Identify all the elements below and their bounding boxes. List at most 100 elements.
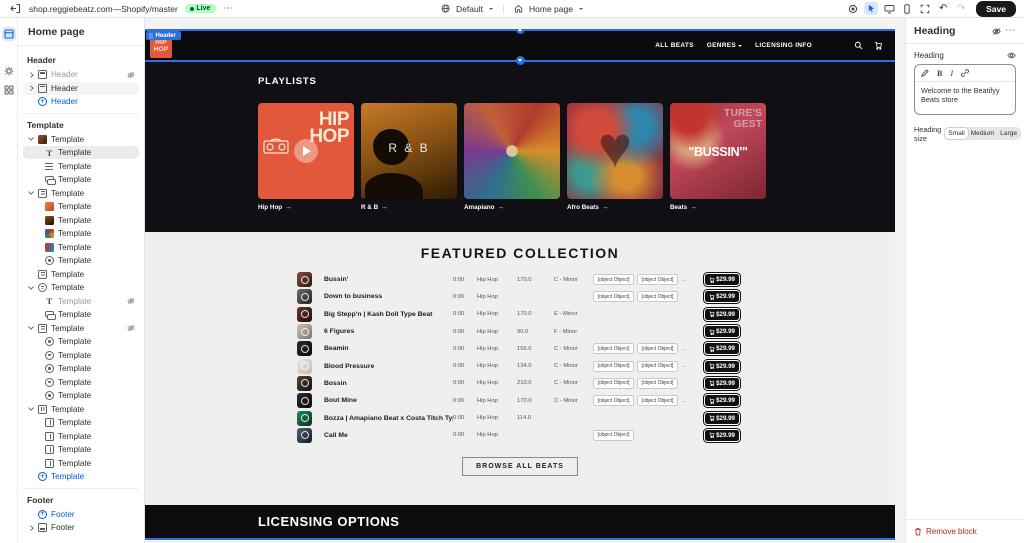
tree-row[interactable]: Template [23, 254, 139, 267]
remove-block-button[interactable]: Remove block [906, 519, 1024, 543]
tree-row[interactable]: Header [23, 82, 139, 95]
tree-row[interactable]: Header [23, 68, 139, 81]
preview-header-section[interactable]: Header HIPHOP ALL BEATSGENRESLICENSING I… [145, 29, 895, 62]
track-artwork[interactable] [297, 376, 312, 391]
track-artwork[interactable] [297, 359, 312, 374]
tree-row[interactable]: Footer [23, 521, 139, 534]
nav-link[interactable]: GENRES [707, 42, 742, 49]
tree-row[interactable]: Template [23, 133, 139, 146]
playlist-card[interactable]: Afro Beats→ [567, 103, 663, 211]
tree-row[interactable]: Template [23, 187, 139, 200]
search-icon[interactable] [854, 41, 863, 50]
link-icon[interactable] [961, 69, 969, 77]
cart-icon[interactable] [874, 41, 883, 50]
tree-row[interactable]: Template [23, 430, 139, 443]
playlist-link[interactable]: Hip Hop→ [258, 204, 354, 211]
tree-row[interactable]: Header [23, 95, 139, 108]
add-to-cart-button[interactable]: $29.99 [704, 394, 740, 407]
playlist-card[interactable]: R & B R & B→ [361, 103, 457, 211]
tag-chip[interactable]: [object Object] [593, 378, 634, 389]
playlist-link[interactable]: R & B→ [361, 204, 457, 211]
nav-link[interactable]: LICENSING INFO [755, 42, 812, 49]
tree-row[interactable]: Template [23, 295, 139, 308]
track-row[interactable]: Bussin' 0:00 Hip Hop 170.0 C - Minor [ob… [297, 271, 895, 288]
add-to-cart-button[interactable]: $29.99 [704, 290, 740, 303]
tag-chip[interactable]: [object Object] [593, 395, 634, 406]
tree-row[interactable]: Template [23, 362, 139, 375]
tree-row[interactable]: Template [23, 268, 139, 281]
tag-chip[interactable]: [object Object] [637, 361, 678, 372]
tree-row[interactable]: Template [23, 200, 139, 213]
topbar-more-button[interactable]: ⋯ [223, 4, 234, 14]
browse-all-beats-button[interactable]: BROWSE ALL BEATS [462, 457, 578, 476]
eye-off-icon[interactable] [127, 297, 135, 305]
settings-menu-button[interactable]: ⋯ [1005, 26, 1016, 36]
sections-tab-button[interactable] [2, 27, 16, 41]
preview-settings-button[interactable] [846, 2, 860, 15]
tree-row[interactable]: Template [23, 227, 139, 240]
add-to-cart-button[interactable]: $29.99 [704, 377, 740, 390]
tag-chip[interactable]: [object Object] [637, 291, 678, 302]
track-artwork[interactable] [297, 411, 312, 426]
eye-off-icon[interactable] [127, 324, 135, 332]
heading-text-input[interactable]: Welcome to the Beatifyy Beats store [915, 82, 1015, 114]
tag-chip[interactable]: [object Object] [637, 395, 678, 406]
playlist-link[interactable]: Afro Beats→ [567, 204, 663, 211]
desktop-preview-button[interactable] [882, 2, 896, 15]
track-artwork[interactable] [297, 272, 312, 287]
tree-row[interactable]: Template [23, 173, 139, 186]
playlist-card[interactable]: Amapiano→ [464, 103, 560, 211]
add-to-cart-button[interactable]: $29.99 [704, 342, 740, 355]
italic-button[interactable]: I [950, 68, 953, 78]
save-button[interactable]: Save [976, 1, 1016, 17]
hide-block-button[interactable] [992, 27, 1001, 36]
track-row[interactable]: Beamin 0:00 Hip Hop 156.0 C - Minor [obj… [297, 340, 895, 357]
tree-row[interactable]: Template [23, 308, 139, 321]
app-embeds-tab-button[interactable] [2, 83, 16, 97]
eye-icon[interactable] [1007, 51, 1016, 60]
tag-chip[interactable]: [object Object] [593, 430, 634, 441]
track-artwork[interactable] [297, 428, 312, 443]
playlist-link[interactable]: Beats→ [670, 204, 766, 211]
page-selector[interactable]: Home page [529, 4, 573, 14]
tree-row[interactable]: Template [23, 281, 139, 294]
theme-settings-tab-button[interactable] [2, 64, 16, 78]
tree-row[interactable]: Template [23, 443, 139, 456]
undo-button[interactable]: ↶ [936, 2, 950, 15]
track-row[interactable]: Bossin 0:00 Hip Hop 210.0 C - Minor [obj… [297, 375, 895, 392]
move-section-down-handle[interactable] [516, 56, 525, 65]
tree-row[interactable]: Template [23, 160, 139, 173]
fullscreen-button[interactable] [918, 2, 932, 15]
bold-button[interactable]: B [937, 69, 942, 78]
track-row[interactable]: Call Me 0:00 Hip Hop [object Object] [297, 427, 895, 444]
track-row[interactable]: Down to business 0:00 Hip Hop [object Ob… [297, 288, 895, 305]
tree-row[interactable]: Template [23, 349, 139, 362]
tag-chip[interactable]: [object Object] [637, 274, 678, 285]
tree-row[interactable]: Template [23, 214, 139, 227]
playlist-card[interactable]: TURE'SGEST "BUSSIN'" Beats→ [670, 103, 766, 211]
add-to-cart-button[interactable]: $29.99 [704, 429, 740, 442]
inspector-toggle-button[interactable] [864, 2, 878, 15]
tree-row[interactable]: Template [23, 470, 139, 483]
add-to-cart-button[interactable]: $29.99 [704, 308, 740, 321]
redo-button[interactable]: ↷ [954, 2, 968, 15]
tree-row[interactable]: Template [23, 376, 139, 389]
playlist-card[interactable]: HIPHOP Hip Hop→ [258, 103, 354, 211]
track-artwork[interactable] [297, 289, 312, 304]
tree-row[interactable]: Template [23, 335, 139, 348]
add-to-cart-button[interactable]: $29.99 [704, 360, 740, 373]
section-badge[interactable]: Header [146, 31, 181, 40]
track-artwork[interactable] [297, 341, 312, 356]
track-row[interactable]: 6 Figures 0:00 Hip Hop 90.0 F - Minor [297, 323, 895, 340]
tree-row[interactable]: Template [23, 457, 139, 470]
play-button[interactable] [294, 139, 318, 163]
track-artwork[interactable] [297, 307, 312, 322]
tag-chip[interactable]: [object Object] [637, 343, 678, 354]
tag-chip[interactable]: [object Object] [593, 291, 634, 302]
tree-row[interactable]: Footer [23, 508, 139, 521]
track-row[interactable]: Bozza | Amapiano Beat x Costa Titch Type… [297, 409, 895, 426]
track-row[interactable]: Big Stepp'n | Kash Doll Type Beat 0:00 H… [297, 306, 895, 323]
tag-chip[interactable]: [object Object] [593, 274, 634, 285]
nav-link[interactable]: ALL BEATS [655, 42, 694, 49]
track-row[interactable]: Blood Pressure 0:00 Hip Hop 134.0 C - Mi… [297, 357, 895, 374]
